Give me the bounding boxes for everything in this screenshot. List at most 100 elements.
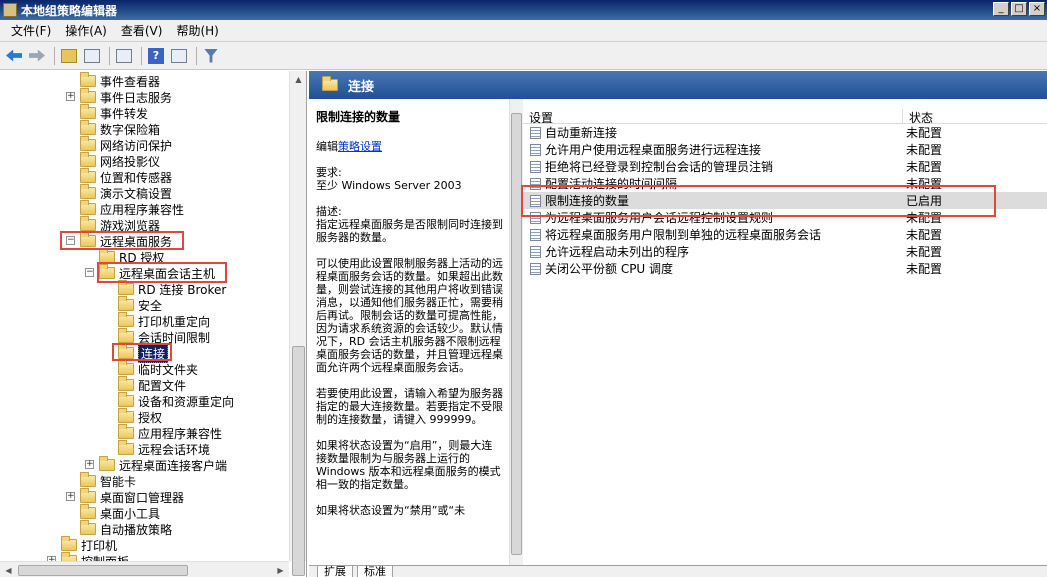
close-button[interactable]: × <box>1029 2 1045 16</box>
menu-view[interactable]: 查看(V) <box>114 22 170 39</box>
setting-state: 未配置 <box>906 160 943 174</box>
tree-item[interactable]: 配置文件 <box>118 376 186 393</box>
tree-item[interactable]: 网络访问保护 <box>80 136 172 153</box>
forward-icon <box>29 49 45 62</box>
tree-item[interactable]: 设备和资源重定向 <box>118 392 234 409</box>
tree-item[interactable]: 打印机重定向 <box>118 312 210 329</box>
scroll-right-icon[interactable]: ▶ <box>272 562 289 577</box>
menu-file[interactable]: 文件(F) <box>4 22 58 39</box>
details-header: 连接 <box>309 71 1047 99</box>
toolbar: ? <box>0 42 1047 70</box>
minimize-button[interactable]: _ <box>993 2 1009 16</box>
tree-item[interactable]: 应用程序兼容性 <box>118 424 222 441</box>
tree-item[interactable]: 数字保险箱 <box>80 120 160 137</box>
column-header-state[interactable]: 状态 <box>903 109 933 125</box>
tree-item[interactable]: 桌面小工具 <box>80 504 160 521</box>
tree-item[interactable]: 事件查看器 <box>80 72 161 89</box>
export-icon <box>116 48 132 63</box>
folder-icon <box>80 216 96 231</box>
setting-row[interactable]: 将远程桌面服务用户限制到单独的远程桌面服务会话 未配置 <box>523 226 1047 243</box>
description-paragraph-2: 可以使用此设置限制服务器上活动的远程桌面服务会话的数量。如果超出此数量，则尝试连… <box>316 257 503 374</box>
tree-item-connections[interactable]: 连接 <box>118 343 169 363</box>
tree-pane[interactable]: 事件查看器 + 事件日志服务 事件转发 数字保险箱 网络访问保护 网络投影仪 位置… <box>0 71 307 577</box>
menu-bar: 文件(F) 操作(A) 查看(V) 帮助(H) <box>0 20 1047 42</box>
tree-item[interactable]: 自动播放策略 <box>80 520 172 537</box>
tree-item-label: RD 授权 <box>119 250 165 265</box>
expand-icon[interactable]: + <box>85 460 94 469</box>
maximize-button[interactable]: □ <box>1011 2 1027 16</box>
setting-row[interactable]: 配置活动连接的时间间隔 未配置 <box>523 175 1047 192</box>
tree-vertical-scrollbar[interactable]: ▲ <box>289 71 306 576</box>
expand-icon[interactable]: + <box>66 92 75 101</box>
scroll-left-icon[interactable]: ◀ <box>0 562 17 577</box>
forward-button[interactable] <box>27 46 47 66</box>
column-header-setting[interactable]: 设置 <box>523 109 903 125</box>
tree-item[interactable]: 游戏浏览器 <box>80 216 160 233</box>
tree-item[interactable]: 临时文件夹 <box>118 360 198 377</box>
tree-item[interactable]: 远程会话环境 <box>118 440 210 457</box>
folder-icon <box>118 344 134 359</box>
tree-item[interactable]: RD 连接 Broker <box>118 280 226 297</box>
description-scroll-thumb[interactable] <box>511 113 522 555</box>
tree-item[interactable]: 授权 <box>118 408 162 425</box>
show-hide-tree-button[interactable] <box>82 46 102 66</box>
properties-button[interactable] <box>169 46 189 66</box>
setting-state: 未配置 <box>906 126 943 140</box>
tree-scroll-thumb[interactable] <box>292 346 305 576</box>
tree-item[interactable]: 事件转发 <box>80 104 148 121</box>
tree-item-label: 桌面窗口管理器 <box>100 490 185 505</box>
setting-row[interactable]: 允许用户使用远程桌面服务进行远程连接 未配置 <box>523 141 1047 158</box>
policy-setting-icon <box>530 194 541 207</box>
tree-horizontal-scrollbar[interactable]: ◀ ▶ <box>0 561 289 577</box>
tree-item-label: 事件日志服务 <box>100 90 173 105</box>
tab-extended[interactable]: 扩展 <box>317 566 353 577</box>
menu-help[interactable]: 帮助(H) <box>169 22 225 39</box>
setting-state: 未配置 <box>906 143 943 157</box>
tree-item[interactable]: 打印机 <box>61 536 117 553</box>
tree-item[interactable]: + 远程桌面连接客户端 <box>85 456 228 473</box>
tree-item[interactable]: + 事件日志服务 <box>66 88 173 105</box>
folder-icon <box>80 232 96 247</box>
setting-row[interactable]: 为远程桌面服务用户会话远程控制设置规则 未配置 <box>523 209 1047 226</box>
description-pane: 限制连接的数量 编辑策略设置 要求: 至少 Windows Server 2003… <box>309 99 509 565</box>
description-scrollbar[interactable] <box>509 99 523 565</box>
tree-item-label: 远程桌面连接客户端 <box>119 458 228 473</box>
setting-name: 配置活动连接的时间间隔 <box>545 177 678 191</box>
tree-item-remote-desktop-services[interactable]: − 远程桌面服务 <box>66 232 172 249</box>
scroll-up-icon[interactable]: ▲ <box>290 71 306 88</box>
tree-item[interactable]: RD 授权 <box>99 248 165 265</box>
export-button[interactable] <box>114 46 134 66</box>
expand-icon[interactable]: + <box>66 492 75 501</box>
folder-icon <box>80 488 96 503</box>
setting-row-selected[interactable]: 限制连接的数量 已启用 <box>523 192 1047 209</box>
tree-item-label: 智能卡 <box>100 474 137 489</box>
toolbar-separator <box>109 46 110 65</box>
setting-row[interactable]: 关闭公平份额 CPU 调度 未配置 <box>523 260 1047 277</box>
tree-item[interactable]: 安全 <box>118 296 162 313</box>
edit-policy-link[interactable]: 策略设置 <box>338 140 382 153</box>
tree-item-label: 事件查看器 <box>100 74 161 89</box>
setting-row[interactable]: 拒绝将已经登录到控制台会话的管理员注销 未配置 <box>523 158 1047 175</box>
tab-standard[interactable]: 标准 <box>357 566 393 577</box>
tree-item[interactable]: 智能卡 <box>80 472 137 489</box>
tree-item[interactable]: 演示文稿设置 <box>80 184 172 201</box>
collapse-icon[interactable]: − <box>85 268 94 277</box>
tree-item[interactable]: 位置和传感器 <box>80 168 172 185</box>
tree-item[interactable]: 应用程序兼容性 <box>80 200 184 217</box>
tree-item[interactable]: + 桌面窗口管理器 <box>66 488 185 505</box>
setting-row[interactable]: 允许远程启动未列出的程序 未配置 <box>523 243 1047 260</box>
collapse-icon[interactable]: − <box>66 236 75 245</box>
setting-row[interactable]: 自动重新连接 未配置 <box>523 124 1047 141</box>
tree-hscroll-thumb[interactable] <box>18 565 188 576</box>
tree-item-session-host[interactable]: − 远程桌面会话主机 <box>85 264 215 281</box>
up-button[interactable] <box>59 46 79 66</box>
setting-state: 已启用 <box>906 194 943 208</box>
menu-action[interactable]: 操作(A) <box>58 22 114 39</box>
policy-setting-icon <box>530 126 541 139</box>
tree-item[interactable]: 网络投影仪 <box>80 152 161 169</box>
back-button[interactable] <box>4 46 24 66</box>
tree-item-label: 网络投影仪 <box>100 154 161 169</box>
setting-name: 将远程桌面服务用户限制到单独的远程桌面服务会话 <box>545 228 822 242</box>
help-button[interactable]: ? <box>146 46 166 66</box>
filter-button[interactable] <box>201 46 221 66</box>
